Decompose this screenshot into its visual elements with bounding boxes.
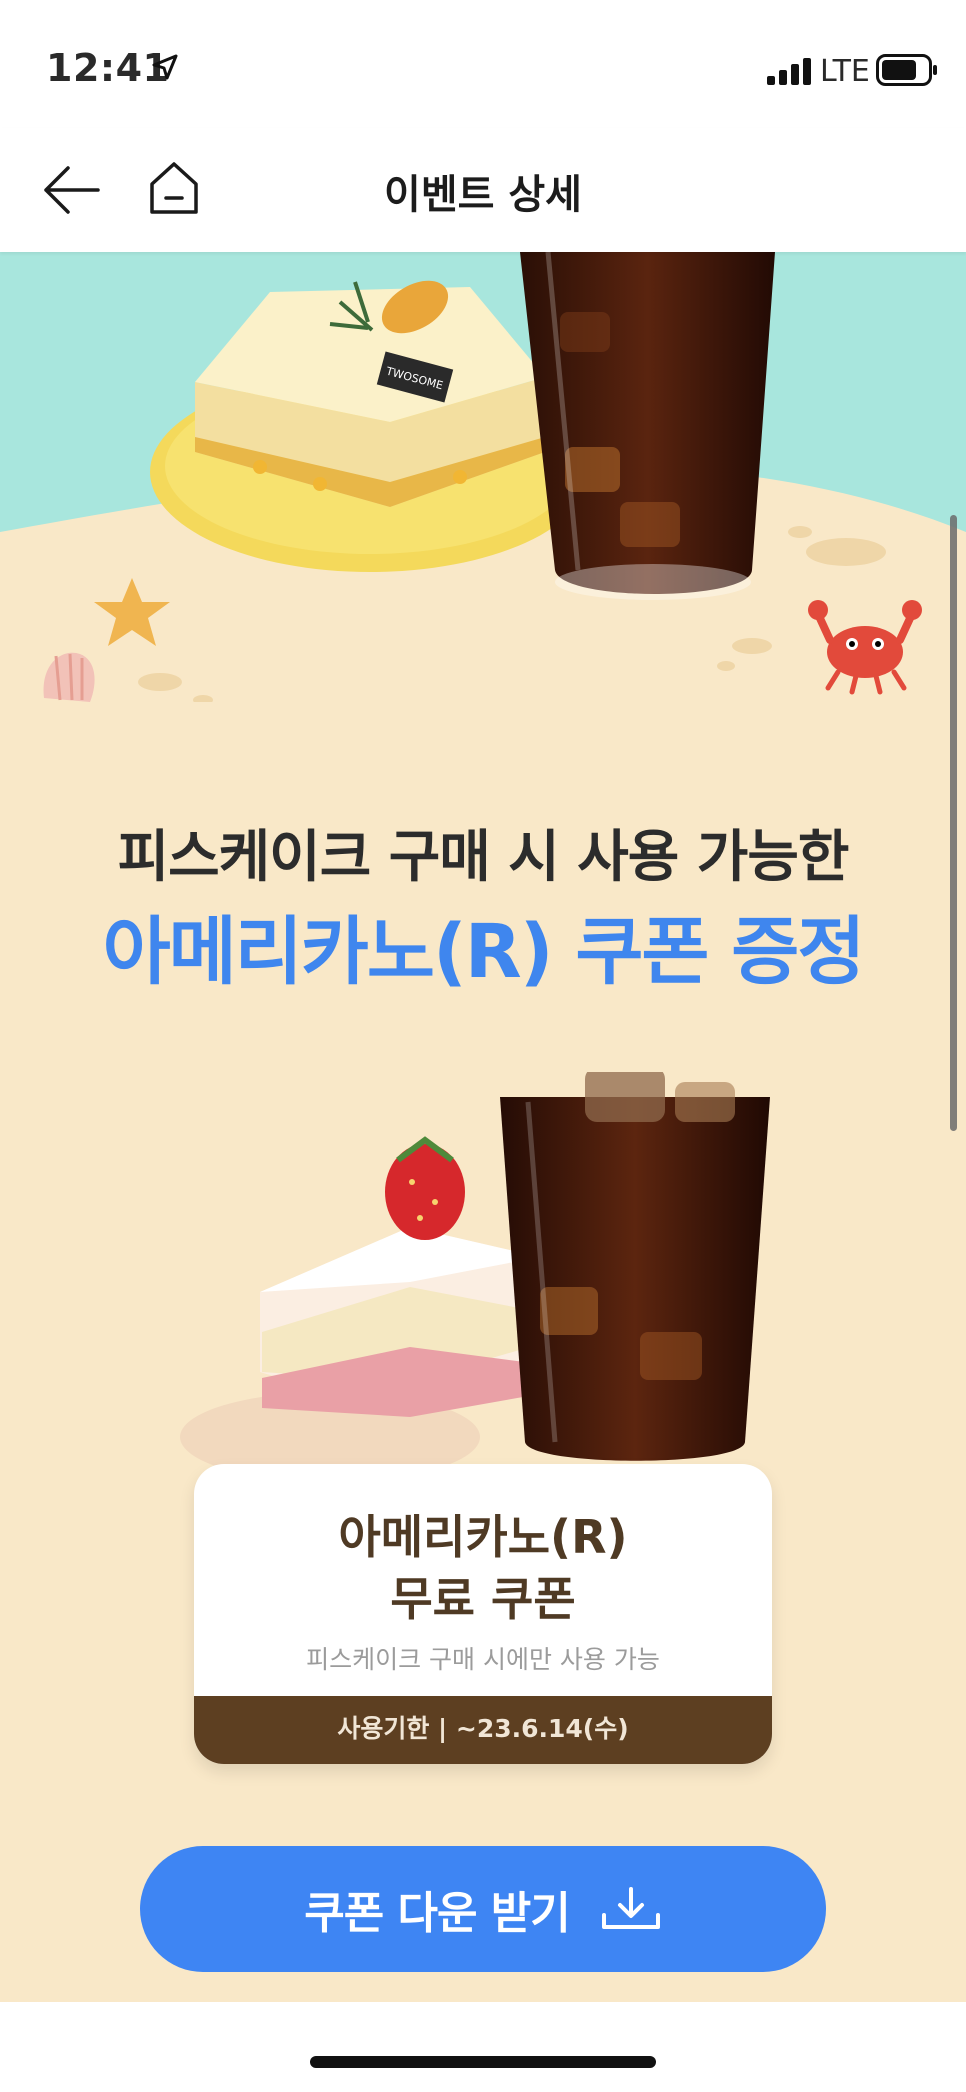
event-detail-content: TWOSOME 피스케이크 구매 시 사용 가능한 아메리카노(R) 쿠폰 증정… [0,252,966,2002]
top-nav-bar: 이벤트 상세 [0,128,966,252]
starfish-icon [94,578,170,646]
location-arrow-icon [152,54,178,80]
cellular-signal-icon [767,58,811,85]
status-bar: 12:41 LTE [0,0,966,128]
product-illustration [180,1072,770,1482]
coupon-expiry: 사용기한 | ~23.6.14(수) [194,1696,772,1764]
page-title: 이벤트 상세 [384,172,582,218]
scrollbar[interactable] [950,515,957,1131]
coupon-card: 아메리카노(R) 무료 쿠폰 피스케이크 구매 시에만 사용 가능 사용기한 |… [194,1464,772,1764]
battery-icon [876,54,937,86]
coupon-condition: 피스케이크 구매 시에만 사용 가능 [306,1645,660,1674]
download-icon [601,1887,660,1929]
download-button-label: 쿠폰 다운 받기 [304,1888,571,1939]
home-indicator[interactable] [310,2056,656,2068]
coupon-download-button[interactable]: 쿠폰 다운 받기 [140,1846,826,1972]
coupon-title: 아메리카노(R) 무료 쿠폰 [338,1510,628,1626]
event-subheadline: 아메리카노(R) 쿠폰 증정 [102,909,866,995]
event-headline: 피스케이크 구매 시 사용 가능한 [117,825,850,890]
hero-illustration: TWOSOME [0,252,966,702]
crab-icon [808,600,922,695]
seashell-icon [43,652,95,702]
network-type: LTE [820,54,870,89]
